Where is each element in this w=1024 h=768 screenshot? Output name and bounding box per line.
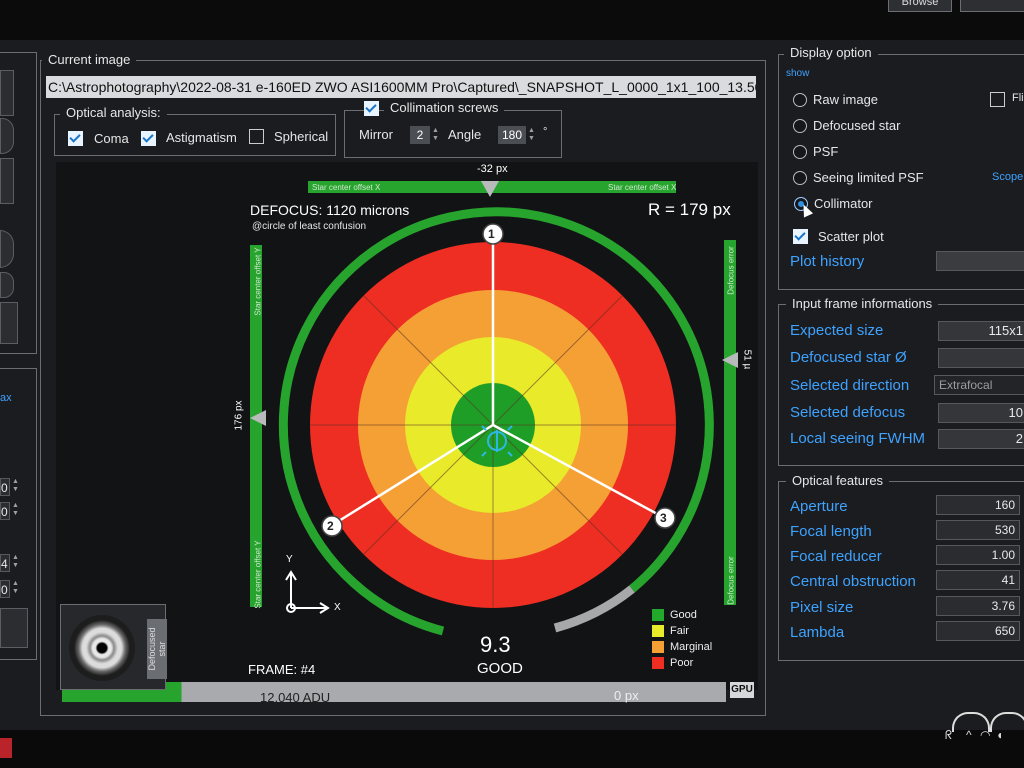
plot-history-field[interactable] [936, 251, 1024, 271]
display-option-title: Display option [784, 45, 878, 60]
px-value: 0 px [614, 688, 639, 703]
score-grade: GOOD [477, 660, 523, 677]
selected-defocus-label: Selected defocus [790, 404, 906, 421]
defocused-star-image [69, 615, 135, 681]
radius-readout: R = 179 px [648, 200, 731, 219]
screw-1-number: 1 [488, 227, 495, 241]
axis-x-label: X [334, 602, 341, 613]
seeing-psf-radio[interactable] [793, 171, 807, 185]
flip-checkbox[interactable] [990, 92, 1005, 107]
aperture-label: Aperture [790, 498, 848, 515]
optical-features-title: Optical features [786, 473, 890, 488]
defocus-subnote: @circle of least confusion [252, 221, 367, 232]
legend-poor: Poor [652, 655, 712, 671]
focal-reducer-label: Focal reducer [790, 548, 882, 565]
axis-y-label: Y [286, 554, 293, 565]
defocus-error-label-top: Defocus error [726, 246, 736, 295]
score-value: 9.3 [480, 632, 511, 657]
scatter-plot-checkbox[interactable] [793, 229, 808, 244]
xy-axes-icon [285, 570, 330, 614]
tray-people-icon[interactable]: ᖇ [945, 728, 952, 743]
raw-image-radio[interactable] [793, 93, 807, 107]
offset-y-label-top: Star center offset Y [253, 247, 263, 316]
input-frame-title: Input frame informations [786, 296, 939, 311]
defocus-error-label-bottom: Defocus error [726, 556, 736, 605]
defocused-star-diameter-field [938, 348, 1024, 368]
selected-direction-field: Extrafocal [934, 375, 1024, 395]
outer-ring-gray-arc [553, 585, 635, 633]
quality-legend: Good Fair Marginal Poor [652, 607, 712, 671]
psf-label: PSF [813, 144, 839, 159]
screw-3-number: 3 [660, 511, 667, 525]
offset-y-label-bottom: Star center offset Y [253, 540, 263, 609]
taskbar [0, 730, 1024, 768]
offset-x-value: -32 px [477, 163, 508, 175]
raw-image-label: Raw image [813, 92, 879, 107]
plot-history-label[interactable]: Plot history [790, 253, 864, 270]
pixel-size-field[interactable]: 3.76 [936, 596, 1020, 616]
defocused-star-diameter-label: Defocused star Ø [790, 349, 907, 366]
tray-chevron-icon[interactable]: ^ [966, 728, 972, 742]
legend-marginal: Marginal [652, 639, 712, 655]
focal-length-field[interactable]: 530 [936, 520, 1020, 540]
defocused-star-option-label: Defocused star [813, 118, 901, 133]
legend-good: Good [652, 607, 712, 623]
collimator-label: Collimator [814, 196, 873, 211]
central-obstruction-field[interactable]: 41 [936, 570, 1020, 590]
offset-x-label-right: Star center offset X [608, 183, 677, 192]
aperture-field[interactable]: 160 [936, 495, 1020, 515]
defocused-star-thumbnail[interactable]: Defocused star [60, 604, 167, 690]
defocused-star-radio[interactable] [793, 119, 807, 133]
frame-number: FRAME: #4 [248, 662, 316, 677]
expected-size-label: Expected size [790, 322, 884, 339]
taskbar-left-accent [0, 738, 12, 758]
focal-length-label: Focal length [790, 523, 872, 540]
lambda-field[interactable]: 650 [936, 621, 1020, 641]
adu-value: 12,040 ADU [260, 690, 331, 705]
local-seeing-field: 2 [938, 429, 1024, 449]
selected-defocus-field: 10 [938, 403, 1024, 423]
scope-link[interactable]: Scope [992, 171, 1023, 183]
selected-direction-label: Selected direction [790, 377, 910, 394]
defocused-star-label: Defocused star [147, 619, 167, 679]
offset-x-label-left: Star center offset X [312, 183, 381, 192]
tray-network-icon[interactable]: ◠ [980, 728, 990, 742]
flip-label: Fli [1012, 92, 1024, 104]
seeing-psf-label: Seeing limited PSF [813, 170, 924, 185]
local-seeing-label: Local seeing FWHM [790, 430, 926, 447]
pixel-size-label: Pixel size [790, 599, 854, 616]
screw-2-number: 2 [327, 519, 334, 533]
legend-fair: Fair [652, 623, 712, 639]
tray-volume-icon[interactable]: ◖ [996, 728, 1003, 742]
focal-reducer-field[interactable]: 1.00 [936, 545, 1020, 565]
psf-radio[interactable] [793, 145, 807, 159]
gpu-badge[interactable]: GPU [730, 682, 754, 698]
offset-y-value: 176 px [233, 400, 245, 431]
defocus-error-value: 51 µ [741, 349, 753, 370]
defocus-readout: DEFOCUS: 1120 microns [250, 202, 410, 218]
scatter-plot-label: Scatter plot [818, 229, 884, 244]
show-link[interactable]: show [786, 68, 809, 79]
lambda-label: Lambda [790, 624, 845, 641]
central-obstruction-label: Central obstruction [790, 573, 916, 590]
expected-size-field: 115x1 [938, 321, 1024, 341]
